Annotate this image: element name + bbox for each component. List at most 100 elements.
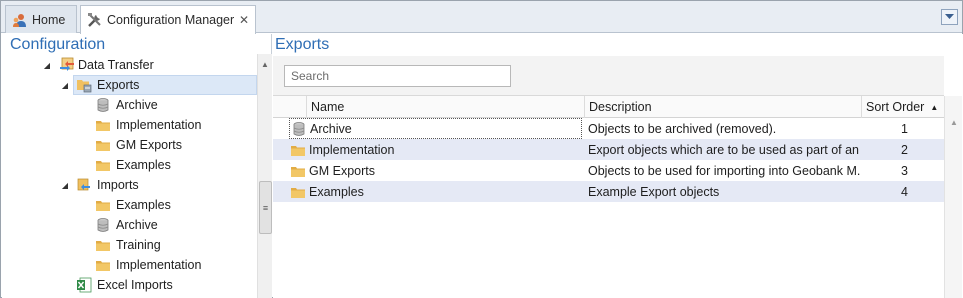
cell-description[interactable]: Example Export objects — [588, 181, 861, 202]
cell-description-text: Objects to be used for importing into Ge… — [588, 163, 861, 178]
tree-item-label: GM Exports — [116, 138, 182, 152]
folder-icon — [95, 197, 111, 213]
archive-icon — [95, 217, 111, 233]
exports-pane: Exports Name Description Sort Order ▲ Ar… — [273, 34, 963, 298]
grid-scrollbar[interactable]: ▲ — [944, 96, 962, 298]
cell-name[interactable]: GM Exports — [289, 160, 582, 181]
exports-toolbar — [273, 56, 944, 96]
scrollbar-thumb[interactable]: ≡ — [259, 181, 272, 234]
table-row[interactable]: Examples Example Export objects 4 — [273, 181, 944, 202]
tab-strip: Home Configuration Manager ✕ — [1, 1, 962, 34]
cell-name-text: Archive — [310, 121, 352, 136]
scroll-up-arrow-icon[interactable]: ▲ — [950, 118, 958, 127]
column-header-description-label: Description — [589, 100, 652, 114]
cell-sort-order-text: 3 — [901, 163, 908, 178]
tree-item-archive[interactable]: Archive — [2, 215, 257, 235]
home-icon — [12, 12, 28, 28]
tree-item-label: Exports — [97, 78, 140, 92]
cell-sort-order[interactable]: 2 — [861, 139, 944, 160]
tab-home-label: Home — [32, 12, 66, 27]
grid-header: Name Description Sort Order ▲ — [273, 96, 944, 118]
exports-grid: Name Description Sort Order ▲ Archive Obj… — [273, 96, 944, 298]
tree-item-label: Data Transfer — [78, 58, 154, 72]
tree-item-label: Examples — [116, 158, 171, 172]
scroll-up-arrow-icon[interactable]: ▲ — [261, 60, 269, 69]
table-row[interactable]: Implementation Export objects which are t… — [273, 139, 944, 160]
cell-description[interactable]: Export objects which are to be used as p… — [588, 139, 861, 160]
tree-item-implementation[interactable]: Implementation — [2, 255, 257, 275]
configuration-tree: ◢ Data Transfer ◢ Exports Archive Implementat… — [2, 54, 257, 298]
tree-item-excel-imports[interactable]: Excel Imports — [2, 275, 257, 295]
cell-sort-order-text: 4 — [901, 184, 908, 199]
folder-icon — [95, 117, 111, 133]
cell-description[interactable]: Objects to be archived (removed). — [588, 118, 861, 139]
cell-description-text: Objects to be archived (removed). — [588, 121, 777, 136]
cell-name[interactable]: Archive — [289, 118, 582, 139]
tree-item-implementation[interactable]: Implementation — [2, 115, 257, 135]
tab-home[interactable]: Home — [5, 5, 77, 33]
folder-icon — [95, 137, 111, 153]
folder-icon — [95, 237, 111, 253]
tree-scrollbar[interactable]: ▲ ≡ — [257, 54, 272, 298]
expand-collapse-icon[interactable]: ◢ — [60, 181, 70, 190]
archive-icon — [291, 121, 307, 137]
column-header-sort-order-label: Sort Order — [866, 100, 925, 114]
cell-sort-order-text: 2 — [901, 142, 908, 157]
folder-icon — [290, 163, 306, 179]
tree-item-imports[interactable]: ◢ Imports — [2, 175, 257, 195]
table-row[interactable]: GM Exports Objects to be used for importi… — [273, 160, 944, 181]
search-input[interactable] — [284, 65, 511, 87]
imports-icon — [76, 177, 92, 193]
tree-item-label: Archive — [116, 98, 158, 112]
tree-item-data-transfer[interactable]: ◢ Data Transfer — [2, 55, 257, 75]
tab-configuration-manager-label: Configuration Manager — [107, 13, 235, 27]
tree-item-label: Implementation — [116, 118, 202, 132]
column-header-description[interactable]: Description — [584, 96, 861, 118]
expand-collapse-icon[interactable]: ◢ — [60, 81, 70, 90]
configuration-pane-title: Configuration — [10, 36, 106, 53]
tab-configuration-manager[interactable]: Configuration Manager ✕ — [80, 5, 256, 34]
folder-icon — [95, 257, 111, 273]
exports-pane-title: Exports — [275, 36, 330, 53]
tree-item-gm-exports[interactable]: GM Exports — [2, 135, 257, 155]
tree-item-label: Imports — [97, 178, 139, 192]
cell-name-text: Examples — [309, 184, 364, 199]
table-row[interactable]: Archive Objects to be archived (removed).… — [273, 118, 944, 139]
cell-description[interactable]: Objects to be used for importing into Ge… — [588, 160, 861, 181]
folder-icon — [290, 142, 306, 158]
cell-sort-order[interactable]: 3 — [861, 160, 944, 181]
configuration-pane: Configuration ◢ Data Transfer ◢ Exports Arch… — [2, 34, 272, 298]
sort-ascending-icon: ▲ — [930, 102, 939, 112]
cell-description-text: Export objects which are to be used as p… — [588, 142, 861, 157]
close-icon[interactable]: ✕ — [239, 13, 249, 27]
tree-item-examples[interactable]: Examples — [2, 195, 257, 215]
tree-item-label: Implementation — [116, 258, 202, 272]
column-header-name[interactable]: Name — [306, 96, 586, 118]
tab-list-dropdown-button[interactable] — [941, 9, 958, 25]
tree-item-examples[interactable]: Examples — [2, 155, 257, 175]
chevron-down-icon — [945, 14, 954, 19]
cell-name[interactable]: Examples — [289, 181, 582, 202]
tree-item-label: Examples — [116, 198, 171, 212]
folder-icon — [95, 157, 111, 173]
column-header-sort-order[interactable]: Sort Order ▲ — [861, 96, 944, 118]
tree-item-label: Excel Imports — [97, 278, 173, 292]
tools-icon — [87, 12, 103, 28]
tree-item-archive[interactable]: Archive — [2, 95, 257, 115]
archive-icon — [95, 97, 111, 113]
tree-item-exports[interactable]: ◢ Exports — [2, 75, 257, 95]
cell-sort-order[interactable]: 4 — [861, 181, 944, 202]
cell-name-text: Implementation — [309, 142, 395, 157]
cell-sort-order[interactable]: 1 — [861, 118, 944, 139]
tree-item-training[interactable]: Training — [2, 235, 257, 255]
exports-icon — [76, 77, 92, 93]
data-transfer-icon — [59, 57, 75, 73]
column-header-name-label: Name — [311, 100, 345, 114]
excel-icon — [76, 277, 92, 293]
cell-name[interactable]: Implementation — [289, 139, 582, 160]
tree-item-label: Archive — [116, 218, 158, 232]
cell-sort-order-text: 1 — [901, 121, 908, 136]
expand-collapse-icon[interactable]: ◢ — [42, 61, 52, 70]
cell-description-text: Example Export objects — [588, 184, 720, 199]
folder-icon — [290, 184, 306, 200]
